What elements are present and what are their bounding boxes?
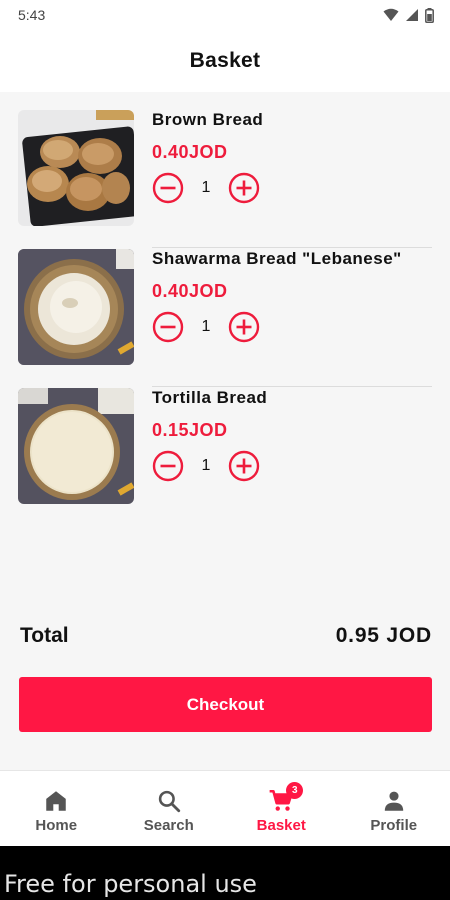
- banner-text: Free for personal use: [4, 870, 257, 898]
- item-price: 0.40JOD: [152, 142, 228, 162]
- divider: [152, 247, 432, 248]
- page-title: Basket: [189, 49, 261, 72]
- tortilla-bread-image[interactable]: [18, 388, 134, 504]
- total-row: Total 0.95 JOD: [20, 620, 432, 652]
- divider: [152, 386, 432, 387]
- cart-icon-wrap: 3: [268, 781, 304, 814]
- quantity-value: 1: [201, 457, 211, 474]
- nav-item-profile[interactable]: Profile: [338, 771, 450, 846]
- item-name[interactable]: Brown Bread: [152, 110, 263, 130]
- nav-item-basket[interactable]: 3 Basket: [225, 771, 338, 846]
- decrease-quantity-button[interactable]: [152, 311, 184, 343]
- wifi-icon: [383, 8, 399, 21]
- item-name[interactable]: Tortilla Bread: [152, 388, 267, 408]
- item-name[interactable]: Shawarma Bread "Lebanese": [152, 249, 402, 269]
- basket-item: Brown Bread 0.40JOD 1: [18, 110, 432, 248]
- search-icon: [158, 790, 180, 812]
- increase-quantity-button[interactable]: [228, 450, 260, 482]
- status-icons: [383, 7, 434, 23]
- quantity-stepper: 1: [152, 450, 260, 482]
- signal-icon: [406, 9, 418, 21]
- total-value: 0.95 JOD: [335, 624, 432, 647]
- status-bar: 5:43: [0, 0, 450, 30]
- nav-label: Search: [143, 816, 194, 834]
- total-label: Total: [20, 624, 69, 647]
- basket-item: Shawarma Bread "Lebanese" 0.40JOD 1: [18, 249, 432, 387]
- battery-icon: [425, 7, 434, 23]
- cart-count-badge: 3: [286, 781, 304, 799]
- quantity-value: 1: [201, 179, 211, 196]
- increase-quantity-button[interactable]: [228, 172, 260, 204]
- checkout-button[interactable]: Checkout: [19, 677, 432, 732]
- nav-label: Basket: [256, 816, 306, 834]
- nav-item-search[interactable]: Search: [113, 771, 226, 846]
- item-price: 0.15JOD: [152, 420, 228, 440]
- nav-label: Profile: [370, 816, 418, 834]
- item-price: 0.40JOD: [152, 281, 228, 301]
- home-icon: [46, 790, 66, 811]
- nav-item-home[interactable]: Home: [0, 771, 113, 846]
- decrease-quantity-button[interactable]: [152, 172, 184, 204]
- watermark-banner: Free for personal use: [0, 846, 450, 900]
- increase-quantity-button[interactable]: [228, 311, 260, 343]
- basket-item: Tortilla Bread 0.15JOD 1: [18, 388, 432, 526]
- quantity-value: 1: [201, 318, 211, 335]
- quantity-stepper: 1: [152, 172, 260, 204]
- quantity-stepper: 1: [152, 311, 260, 343]
- bottom-nav: Home Search 3 Basket Profile: [0, 770, 450, 846]
- nav-label: Home: [35, 816, 78, 834]
- shawarma-bread-image[interactable]: [18, 249, 134, 365]
- decrease-quantity-button[interactable]: [152, 450, 184, 482]
- status-time: 5:43: [18, 7, 46, 23]
- person-icon: [384, 791, 403, 811]
- brown-bread-image[interactable]: [18, 110, 134, 226]
- app-header: Basket: [0, 30, 450, 92]
